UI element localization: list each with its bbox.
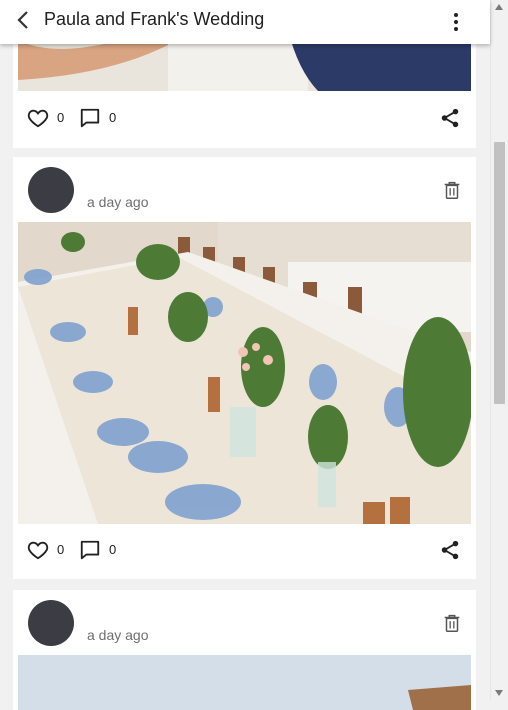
- like-count: 0: [57, 542, 65, 557]
- share-icon[interactable]: [439, 539, 461, 561]
- avatar[interactable]: [28, 167, 74, 213]
- more-vertical-icon[interactable]: [446, 10, 466, 34]
- post-image: [18, 655, 471, 710]
- trash-icon[interactable]: [441, 179, 463, 201]
- trash-icon[interactable]: [441, 612, 463, 634]
- post-photo[interactable]: [18, 655, 471, 710]
- post-card: a day ago: [13, 157, 476, 579]
- avatar[interactable]: [28, 600, 74, 646]
- app-header: Paula and Frank's Wedding: [0, 0, 490, 44]
- page-title: Paula and Frank's Wedding: [44, 9, 265, 29]
- post-card: a day ago: [13, 590, 476, 710]
- scroll-down-arrow-icon[interactable]: [495, 690, 503, 696]
- comment-icon[interactable]: [79, 539, 101, 561]
- chevron-left-icon[interactable]: [12, 8, 36, 32]
- post-actions: 0 0: [27, 539, 463, 563]
- vertical-scrollbar[interactable]: [490, 0, 508, 700]
- share-icon[interactable]: [439, 107, 461, 129]
- post-timestamp: a day ago: [87, 194, 149, 210]
- post-actions: 0 0: [27, 107, 463, 131]
- wedding-table-image: [18, 222, 471, 524]
- comment-count: 0: [109, 542, 117, 557]
- like-count: 0: [57, 110, 65, 125]
- heart-outline-icon[interactable]: [27, 539, 49, 561]
- heart-outline-icon[interactable]: [27, 107, 49, 129]
- post-photo[interactable]: [18, 222, 471, 524]
- comment-count: 0: [109, 110, 117, 125]
- comment-icon[interactable]: [79, 107, 101, 129]
- scroll-up-arrow-icon[interactable]: [495, 4, 503, 10]
- post-timestamp: a day ago: [87, 627, 149, 643]
- scroll-thumb[interactable]: [494, 142, 505, 404]
